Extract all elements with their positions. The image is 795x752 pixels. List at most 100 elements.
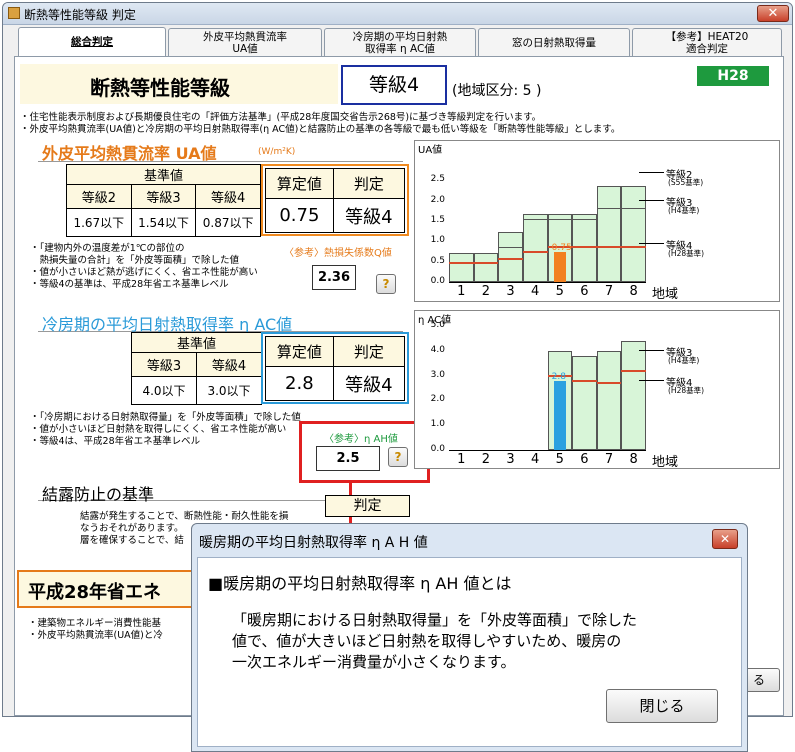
eta-judge-label: 判定	[332, 336, 406, 367]
ua-grade-2: 等級2	[66, 184, 132, 209]
cond-note-3: 層を確保することで、結	[80, 535, 184, 546]
tab-heat20[interactable]: 【参考】HEAT20 適合判定	[632, 28, 782, 56]
eta-value-4: 3.0以下	[196, 376, 262, 405]
highlight-bar	[553, 380, 566, 450]
grade-line	[572, 355, 597, 357]
chart-bar	[596, 186, 622, 282]
y-tick-label: 2.0	[430, 194, 445, 205]
y-tick-label: 1.0	[430, 419, 445, 430]
ua-title: 外皮平均熱貫流率 UA値	[42, 144, 217, 163]
chart-bar	[522, 214, 548, 282]
x-tick-label: 2	[481, 284, 491, 299]
legend-leader	[638, 243, 664, 244]
ua-judge-value: 等級4	[332, 198, 406, 233]
ua-result-table: 算定値 判定 0.75 等級4	[265, 168, 406, 233]
x-tick-label: 7	[604, 452, 614, 467]
tab-ua[interactable]: 外皮平均熱貫流率 UA値	[168, 28, 322, 56]
dialog-text-2: 値で、値が大きいほど日射熱を取得しやすいため、暖房の	[232, 632, 622, 650]
eta-chart-xlabel: 地域	[652, 455, 679, 470]
page-title: 断熱等性能等級	[90, 76, 230, 100]
grade-line	[596, 350, 622, 352]
ua-value-3: 1.54以下	[130, 208, 197, 237]
grade-line	[621, 208, 646, 210]
x-tick-label: 2	[481, 452, 491, 467]
q-value-field: 2.36	[312, 265, 356, 290]
standard-line	[621, 245, 646, 248]
y-tick-label: 2.5	[430, 174, 445, 185]
ua-unit: (W/m²K)	[258, 147, 296, 157]
highlight-label: 0.75	[551, 242, 572, 253]
ua-std-label: 基準値	[66, 164, 261, 185]
chart-bar	[621, 340, 646, 450]
highlight-bar	[553, 251, 566, 282]
eta-calc-value: 2.8	[265, 366, 334, 401]
y-tick-label: 3.0	[430, 369, 445, 380]
q-help-button[interactable]: ?	[376, 274, 396, 294]
legend-leader	[638, 350, 664, 351]
x-tick-label: 3	[506, 452, 515, 467]
chart-bar	[473, 252, 499, 282]
ua-value-4: 0.87以下	[195, 208, 261, 237]
x-tick-label: 8	[629, 452, 638, 467]
grade-line	[621, 186, 646, 188]
grade-line	[498, 246, 523, 248]
x-tick-label: 8	[629, 284, 638, 299]
h28-badge: H28	[697, 66, 769, 86]
y-tick-label: 0.0	[430, 276, 445, 286]
grade-line	[522, 214, 548, 216]
standard-line	[498, 258, 523, 261]
grade-line	[547, 350, 573, 352]
dialog-heading: ■暖房期の平均日射熱取得率 η AH 値とは	[208, 574, 512, 593]
y-tick-label: 1.5	[430, 215, 445, 225]
grade-line	[473, 252, 499, 254]
x-axis	[449, 450, 646, 451]
dialog-text-3: 一次エネルギー消費量が小さくなります。	[232, 653, 516, 671]
grade-line	[596, 208, 622, 210]
ua-grade-4: 等級4	[195, 184, 261, 209]
tab-window-solar[interactable]: 窓の日射熱取得量	[478, 28, 630, 56]
eta-grade-4: 等級4	[196, 352, 262, 377]
standard-line	[522, 250, 548, 253]
grade-line	[449, 252, 474, 254]
x-tick-label: 6	[580, 452, 589, 467]
ua-ref-label: 〈参考〉熱損失係数Q値	[284, 248, 392, 259]
grade-line	[498, 231, 523, 233]
x-tick-label: 1	[457, 284, 466, 299]
y-tick-label: 4.0	[430, 344, 445, 355]
ua-calc-label: 算定値	[265, 168, 334, 199]
dialog-close-button[interactable]: 閉じる	[606, 689, 718, 723]
window-close-button[interactable]: ✕	[757, 5, 789, 22]
chart-bar	[572, 214, 597, 282]
tab-overall[interactable]: 総合判定	[18, 27, 166, 57]
overall-grade: 等級4	[341, 65, 447, 105]
chart-bar	[449, 252, 474, 282]
y-tick-label: 0.0	[430, 444, 445, 454]
standard-line	[596, 245, 622, 248]
h28-note-2: ・外皮平均熱貫流率(UA値)と冷	[28, 630, 163, 641]
dialog-close-x-button[interactable]: ✕	[712, 529, 738, 549]
legend-sub: (H28基準)	[668, 249, 705, 258]
y-tick-label: 1.0	[430, 235, 445, 246]
grade-line	[547, 219, 573, 221]
ua-chart-title: UA値	[418, 145, 443, 156]
standard-line	[572, 379, 597, 382]
eta-std-label: 基準値	[131, 332, 262, 353]
legend-leader	[638, 380, 664, 381]
grade-line	[572, 214, 597, 216]
dialog-title: 暖房期の平均日射熱取得率 η A H 値	[199, 535, 428, 551]
standard-line	[449, 262, 474, 265]
grade-line	[596, 186, 622, 188]
grade-line	[547, 214, 573, 216]
y-tick-label: 0.5	[430, 255, 445, 266]
eta-judge-value: 等級4	[332, 366, 406, 401]
h28-title: 平成28年省エネ	[28, 582, 162, 603]
tab-eta-ac[interactable]: 冷房期の平均日射熱 取得率 η AC値	[324, 28, 476, 56]
ua-calc-value: 0.75	[265, 198, 334, 233]
app-icon	[8, 7, 20, 19]
ua-judge-label: 判定	[332, 168, 406, 199]
chart-bar	[572, 355, 597, 450]
ua-note-4: ・等級4の基準は、平成28年省エネ基準レベル	[30, 279, 229, 290]
x-axis	[449, 282, 646, 283]
chart-bar	[596, 350, 622, 450]
standard-line	[572, 245, 597, 248]
